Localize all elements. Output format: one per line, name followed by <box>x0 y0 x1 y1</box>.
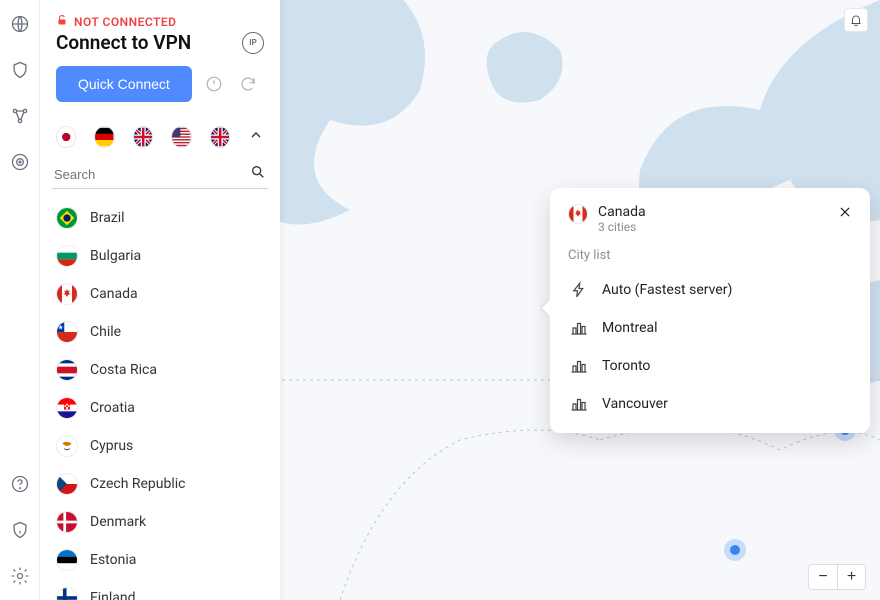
popup-section-label: City list <box>568 248 852 263</box>
zoom-controls: − + <box>808 564 866 590</box>
popup-city-count: 3 cities <box>598 220 646 234</box>
country-list[interactable]: Brazil Bulgaria Canada ★ Chile Costa Ric… <box>40 195 280 600</box>
ip-button[interactable]: IP <box>242 32 264 54</box>
country-item-croatia[interactable]: Croatia <box>40 389 280 427</box>
country-item-label: Canada <box>90 286 138 302</box>
country-item-label: Bulgaria <box>90 248 141 264</box>
nav-shield-icon[interactable] <box>6 56 34 84</box>
country-item-bulgaria[interactable]: Bulgaria <box>40 237 280 275</box>
country-item-label: Finland <box>90 590 136 600</box>
quick-connect-button[interactable]: Quick Connect <box>56 66 192 102</box>
lightning-icon <box>570 281 588 299</box>
connection-status-label: NOT CONNECTED <box>74 15 177 29</box>
flag-icon-cl: ★ <box>56 321 78 343</box>
country-item-costa-rica[interactable]: Costa Rica <box>40 351 280 389</box>
city-item-label: Toronto <box>602 358 650 374</box>
flag-icon-cr <box>56 359 78 381</box>
recent-flag-uk-2[interactable] <box>210 126 230 148</box>
city-icon <box>570 357 588 375</box>
recent-flag-usa[interactable] <box>171 126 191 148</box>
flag-icon-cz <box>56 473 78 495</box>
nav-rail <box>0 0 40 600</box>
flag-icon-dk <box>56 511 78 533</box>
country-item-cyprus[interactable]: Cyprus <box>40 427 280 465</box>
flag-icon-hr <box>56 397 78 419</box>
country-item-label: Estonia <box>90 552 136 568</box>
nav-target-icon[interactable] <box>6 148 34 176</box>
notifications-button[interactable] <box>844 8 868 32</box>
search-row <box>52 160 268 189</box>
recent-flag-japan[interactable] <box>56 126 76 148</box>
server-dot[interactable] <box>730 545 740 555</box>
city-item-montreal[interactable]: Montreal <box>568 309 852 347</box>
map-area[interactable]: Canada 3 cities City list Auto (Fastest … <box>280 0 880 600</box>
city-icon <box>570 319 588 337</box>
flag-icon-ee <box>56 549 78 571</box>
flag-icon-cy <box>56 435 78 457</box>
nav-settings-icon[interactable] <box>6 562 34 590</box>
flag-icon-fi <box>56 587 78 600</box>
city-item-label: Montreal <box>602 320 658 336</box>
recent-countries <box>40 112 280 160</box>
lock-open-icon <box>56 14 68 29</box>
pause-button[interactable] <box>202 72 226 96</box>
city-icon <box>570 395 588 413</box>
sidebar: NOT CONNECTED Connect to VPN IP Quick Co… <box>40 0 280 600</box>
status-row: NOT CONNECTED <box>56 14 264 29</box>
recent-flag-uk[interactable] <box>133 126 153 148</box>
country-item-chile[interactable]: ★ Chile <box>40 313 280 351</box>
city-item-auto[interactable]: Auto (Fastest server) <box>568 271 852 309</box>
country-item-label: Denmark <box>90 514 146 530</box>
country-item-label: Chile <box>90 324 121 340</box>
country-item-label: Croatia <box>90 400 135 416</box>
country-item-brazil[interactable]: Brazil <box>40 199 280 237</box>
flag-icon-bg <box>56 245 78 267</box>
page-title: Connect to VPN <box>56 31 191 54</box>
country-item-label: Cyprus <box>90 438 133 454</box>
city-item-label: Auto (Fastest server) <box>602 282 732 298</box>
zoom-out-button[interactable]: − <box>809 565 837 589</box>
country-item-label: Brazil <box>90 210 125 226</box>
zoom-in-button[interactable]: + <box>837 565 865 589</box>
country-item-canada[interactable]: Canada <box>40 275 280 313</box>
country-item-label: Czech Republic <box>90 476 186 492</box>
nav-mesh-icon[interactable] <box>6 102 34 130</box>
svg-text:★: ★ <box>58 324 64 332</box>
country-item-czech-republic[interactable]: Czech Republic <box>40 465 280 503</box>
country-item-estonia[interactable]: Estonia <box>40 541 280 579</box>
reconnect-button[interactable] <box>236 72 260 96</box>
nav-help-icon[interactable] <box>6 470 34 498</box>
city-item-toronto[interactable]: Toronto <box>568 347 852 385</box>
country-detail-popup: Canada 3 cities City list Auto (Fastest … <box>550 188 870 433</box>
city-item-vancouver[interactable]: Vancouver <box>568 385 852 423</box>
recent-collapse-button[interactable] <box>248 127 264 147</box>
flag-icon-ca <box>56 283 78 305</box>
search-input[interactable] <box>54 167 250 182</box>
popup-country-name: Canada <box>598 204 646 220</box>
flag-icon-br <box>56 207 78 229</box>
flag-icon-ca <box>568 204 588 224</box>
nav-globe-icon[interactable] <box>6 10 34 38</box>
search-icon[interactable] <box>250 164 266 184</box>
country-item-label: Costa Rica <box>90 362 157 378</box>
city-item-label: Vancouver <box>602 396 668 412</box>
recent-flag-germany[interactable] <box>94 126 114 148</box>
country-item-denmark[interactable]: Denmark <box>40 503 280 541</box>
nav-firewall-icon[interactable] <box>6 516 34 544</box>
popup-close-button[interactable] <box>838 204 852 223</box>
country-item-finland[interactable]: Finland <box>40 579 280 600</box>
